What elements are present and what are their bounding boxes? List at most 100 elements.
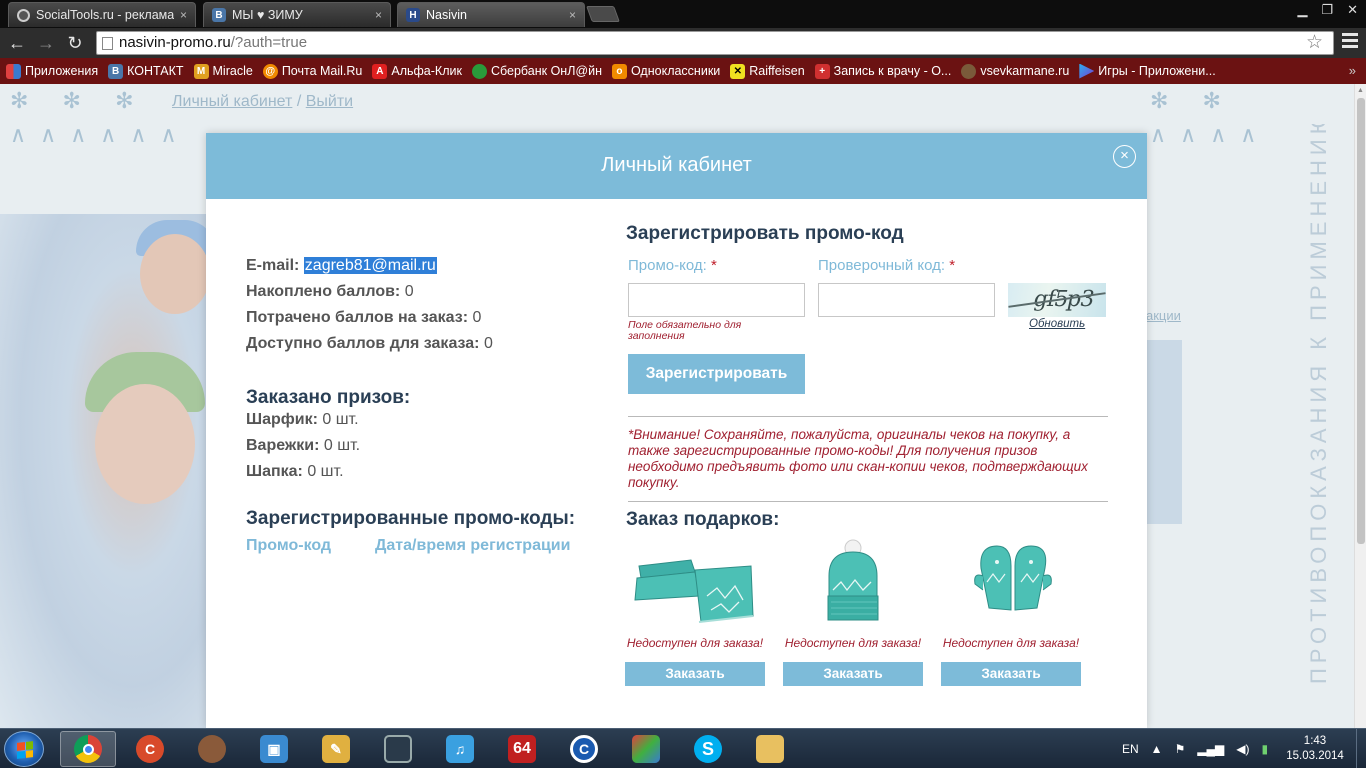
hat-image bbox=[827, 539, 879, 621]
taskbar-browser-c[interactable]: C bbox=[556, 731, 612, 767]
taskbar-files[interactable] bbox=[184, 731, 240, 767]
taskbar-monitor[interactable] bbox=[370, 731, 426, 767]
register-button[interactable]: Зарегистрировать bbox=[628, 354, 805, 394]
mail-icon: @ bbox=[262, 63, 278, 79]
close-window-icon[interactable]: ✕ bbox=[1347, 2, 1358, 18]
tab-socialtools[interactable]: SocialTools.ru - реклама × bbox=[8, 2, 196, 27]
prize-row: Шарфик: 0 шт. bbox=[246, 411, 359, 428]
bookmark-ok[interactable]: о Одноклассники bbox=[611, 63, 720, 79]
taskbar-skype[interactable]: S bbox=[680, 731, 736, 767]
close-tab-icon[interactable]: × bbox=[375, 8, 382, 22]
order-mittens-button[interactable]: Заказать bbox=[941, 662, 1081, 686]
check-code-input[interactable] bbox=[818, 283, 995, 317]
promo-code-error: Поле обязательно для заполнения bbox=[628, 319, 742, 342]
socialtools-icon bbox=[17, 8, 30, 22]
start-button[interactable] bbox=[4, 731, 44, 767]
order-scarf-button[interactable]: Заказать bbox=[625, 662, 765, 686]
taskbar-archiver[interactable]: ▣ bbox=[246, 731, 302, 767]
bookmark-sberbank[interactable]: Сбербанк ОнЛ@йн bbox=[471, 63, 602, 79]
forward-arrow-icon[interactable]: → bbox=[35, 32, 57, 54]
photo-detail bbox=[140, 234, 210, 314]
maximize-icon[interactable]: ❐ bbox=[1321, 2, 1333, 18]
bookmark-mail[interactable]: @ Почта Mail.Ru bbox=[262, 63, 362, 79]
miracle-icon: M bbox=[193, 63, 209, 79]
sberbank-icon bbox=[471, 63, 487, 79]
background-nav: Личный кабинет / Выйти bbox=[172, 93, 354, 110]
bookmark-apps[interactable]: Приложения bbox=[6, 63, 98, 79]
volume-icon[interactable]: ◀) bbox=[1236, 742, 1249, 756]
prizes-heading: Заказано призов: bbox=[246, 387, 411, 408]
folder-icon bbox=[756, 735, 784, 763]
cabinet-link[interactable]: Личный кабинет bbox=[172, 93, 292, 110]
prize-row: Шапка: 0 шт. bbox=[246, 463, 344, 480]
gift-status: Недоступен для заказа! bbox=[942, 636, 1080, 650]
captcha-refresh-link[interactable]: Обновить bbox=[1029, 318, 1085, 330]
notice-text: *Внимание! Сохраняйте, пожалуйста, ориги… bbox=[628, 427, 1088, 490]
bookmark-vsevkarmane[interactable]: vsevkarmane.ru bbox=[961, 63, 1069, 79]
divider bbox=[628, 416, 1108, 417]
show-desktop-button[interactable] bbox=[1356, 729, 1366, 768]
doctor-icon: + bbox=[814, 63, 830, 79]
windows-logo-icon bbox=[17, 741, 33, 759]
tab-vk[interactable]: В МЫ ♥ ЗИМУ × bbox=[203, 2, 391, 27]
skype-icon: S bbox=[694, 735, 722, 763]
check-code-label: Проверочный код: * bbox=[818, 257, 956, 274]
system-clock[interactable]: 1:43 15.03.2014 bbox=[1286, 734, 1344, 764]
logout-link[interactable]: Выйти bbox=[306, 93, 353, 110]
action-center-flag-icon[interactable]: ⚑ bbox=[1175, 742, 1186, 756]
bookmark-miracle[interactable]: M Miracle bbox=[193, 63, 253, 79]
promo-code-input[interactable] bbox=[628, 283, 805, 317]
bookmark-doctor[interactable]: + Запись к врачу - О... bbox=[814, 63, 951, 79]
tray-expand-icon[interactable]: ▲ bbox=[1151, 742, 1163, 756]
ok-icon: о bbox=[611, 63, 627, 79]
codes-column-code: Промо-код bbox=[246, 537, 332, 554]
raiffeisen-icon: ✕ bbox=[730, 63, 746, 79]
promo-code-label: Промо-код: * bbox=[628, 257, 717, 274]
vk-icon: В bbox=[212, 8, 226, 22]
tab-nasivin[interactable]: H Nasivin × bbox=[397, 2, 585, 27]
taskbar-music[interactable]: ♫ bbox=[432, 731, 488, 767]
monitor-icon bbox=[384, 735, 412, 763]
bookmark-games[interactable]: Игры - Приложени... bbox=[1079, 63, 1216, 79]
browser-c-icon: C bbox=[570, 735, 598, 763]
close-icon[interactable]: × bbox=[1113, 145, 1136, 168]
minimize-icon[interactable]: ▁ bbox=[1297, 2, 1307, 18]
alfa-icon: А bbox=[372, 63, 388, 79]
apps-icon bbox=[6, 63, 21, 79]
taskbar-aida64[interactable]: 64 bbox=[494, 731, 550, 767]
address-bar[interactable]: nasivin-promo.ru/?auth=true bbox=[96, 31, 1334, 55]
snowflake-pattern: ✻ ✻ ✻ ∧∧∧∧∧∧ bbox=[10, 88, 191, 147]
taskbar-chrome[interactable] bbox=[60, 731, 116, 767]
chrome-menu-icon[interactable] bbox=[1342, 33, 1358, 48]
more-bookmarks-icon[interactable]: » bbox=[1349, 63, 1356, 78]
gift-status: Недоступен для заказа! bbox=[626, 636, 764, 650]
taskbar-editor[interactable]: ✎ bbox=[308, 731, 364, 767]
language-indicator[interactable]: EN bbox=[1122, 742, 1139, 756]
close-tab-icon[interactable]: × bbox=[569, 8, 576, 22]
bookmark-vk[interactable]: В КОНТАКТ bbox=[108, 63, 184, 79]
archiver-icon: ▣ bbox=[260, 735, 288, 763]
taskbar-explorer[interactable] bbox=[742, 731, 798, 767]
bookmark-raiffeisen[interactable]: ✕ Raiffeisen bbox=[730, 63, 805, 79]
vsevkarmane-icon bbox=[961, 63, 977, 79]
games-icon bbox=[1079, 63, 1095, 79]
battery-icon[interactable]: ▮ bbox=[1262, 742, 1269, 756]
order-hat-button[interactable]: Заказать bbox=[783, 662, 923, 686]
page-scrollbar[interactable]: ▲ bbox=[1354, 84, 1366, 728]
taskbar-ccleaner[interactable]: C bbox=[122, 731, 178, 767]
close-tab-icon[interactable]: × bbox=[180, 8, 187, 22]
taskbar-cube[interactable] bbox=[618, 731, 674, 767]
reload-icon[interactable]: ↻ bbox=[64, 32, 86, 54]
file-manager-icon bbox=[198, 735, 226, 763]
scroll-thumb[interactable] bbox=[1357, 98, 1365, 544]
prize-row: Варежки: 0 шт. bbox=[246, 437, 361, 454]
page-icon bbox=[102, 37, 113, 50]
back-arrow-icon[interactable]: ← bbox=[6, 32, 28, 54]
network-signal-icon[interactable]: ▂▄▆ bbox=[1197, 742, 1224, 756]
new-tab-button[interactable] bbox=[586, 6, 620, 22]
bookmark-alfa[interactable]: А Альфа-Клик bbox=[372, 63, 462, 79]
bookmark-star-icon[interactable]: ☆ bbox=[1306, 31, 1323, 54]
scroll-up-icon[interactable]: ▲ bbox=[1357, 87, 1364, 94]
promo-link[interactable]: акции bbox=[1146, 308, 1181, 323]
scarf-image bbox=[634, 559, 754, 623]
